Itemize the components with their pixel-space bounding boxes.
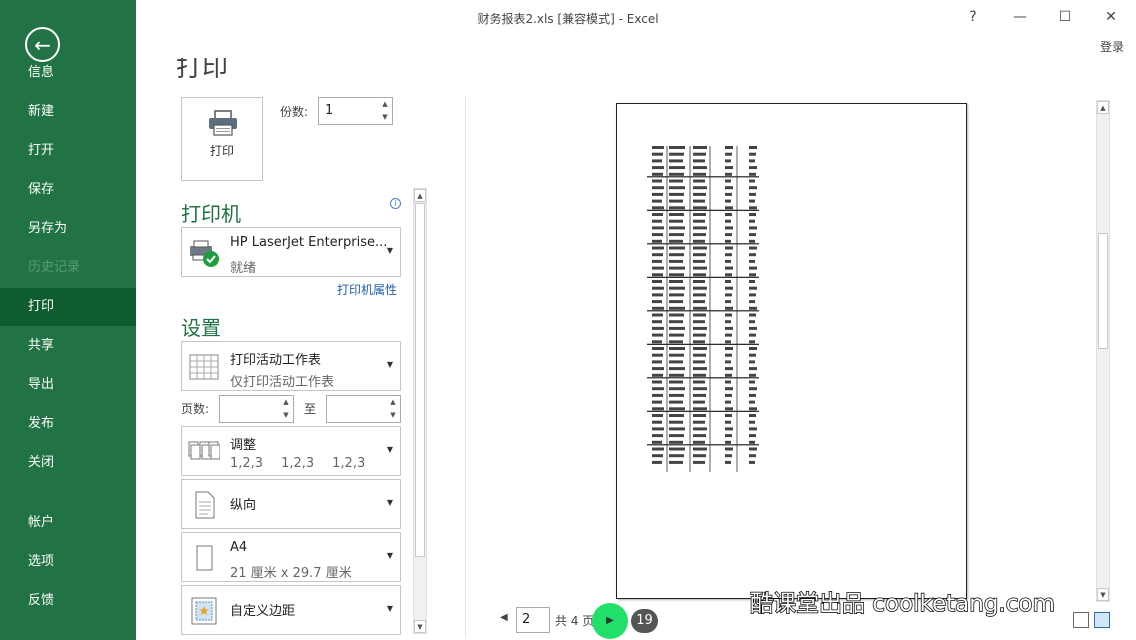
print-preview-page (616, 103, 967, 599)
scroll-down-icon[interactable]: ▼ (1097, 588, 1109, 601)
print-heading: 打印 (176, 58, 229, 78)
document-title: 财务报表2.xls [兼容模式] - Excel (477, 12, 659, 26)
sidebar-item-save[interactable]: 保存 (0, 170, 136, 209)
worksheet-icon (189, 354, 219, 380)
show-margins-button[interactable] (1073, 612, 1089, 628)
down-arrow-icon[interactable]: ▼ (378, 111, 392, 124)
backstage-sidebar: ← 信息 新建 打开 保存 另存为 历史记录 打印 共享 导出 发布 关闭 帐户… (0, 0, 136, 640)
sidebar-item-publish[interactable]: 发布 (0, 404, 136, 443)
page-navigation: ◀ 2 共 4 页 ▶ 19 (500, 603, 670, 639)
settings-section-title: 设置 (181, 316, 221, 340)
pages-from-input[interactable]: ▲ ▼ (219, 395, 294, 423)
portrait-page-icon (195, 491, 215, 519)
next-page-icon[interactable]: ▶ (592, 603, 628, 639)
paper-size-secondary: 21 厘米 x 29.7 厘米 (230, 566, 352, 581)
panel-divider (465, 97, 466, 637)
chevron-down-icon: ▼ (386, 445, 393, 454)
chevron-down-icon: ▼ (386, 551, 393, 560)
step-badge: 19 (631, 609, 658, 633)
copies-value: 1 (325, 103, 334, 118)
sidebar-item-share[interactable]: 共享 (0, 326, 136, 365)
title-bar: 财务报表2.xls [兼容模式] - Excel ? — ☐ ✕ (136, 0, 1136, 36)
sidebar-item-info[interactable]: 信息 (0, 53, 136, 92)
paper-size-dropdown[interactable]: A4 21 厘米 x 29.7 厘米 ▼ (181, 532, 401, 582)
collate-dropdown[interactable]: 调整 1,2,3 1,2,3 1,2,3 ▼ (181, 426, 401, 476)
signin-link[interactable]: 登录 (1100, 38, 1124, 55)
preview-scrollbar[interactable]: ▲ ▼ (1096, 100, 1110, 602)
scrollbar-thumb[interactable] (415, 203, 425, 557)
print-what-dropdown[interactable]: 打印活动工作表 仅打印活动工作表 ▼ (181, 341, 401, 391)
collate-primary: 调整 (230, 438, 257, 453)
sidebar-item-options[interactable]: 选项 (0, 542, 136, 581)
printer-section-title: 打印机 (181, 202, 241, 226)
printer-status: 就绪 (230, 261, 257, 276)
print-button-label: 打印 (209, 144, 234, 158)
sidebar-item-new[interactable]: 新建 (0, 92, 136, 131)
scroll-up-icon[interactable]: ▲ (414, 189, 426, 202)
collate-icon (188, 441, 220, 460)
up-arrow-icon[interactable]: ▲ (386, 396, 400, 409)
sidebar-item-save-as[interactable]: 另存为 (0, 209, 136, 248)
chevron-down-icon: ▼ (386, 498, 393, 507)
close-button[interactable]: ✕ (1099, 6, 1123, 28)
pages-label: 页数: (181, 402, 210, 416)
pages-to-label: 至 (304, 402, 317, 416)
sidebar-item-open[interactable]: 打开 (0, 131, 136, 170)
spreadsheet-thumbnail (647, 146, 759, 472)
collate-sequence: 1,2,3 (230, 456, 264, 471)
sidebar-item-account[interactable]: 帐户 (0, 503, 136, 542)
maximize-button[interactable]: ☐ (1053, 6, 1077, 28)
sidebar-item-print[interactable]: 打印 (0, 288, 136, 326)
previous-page-icon[interactable]: ◀ (500, 612, 508, 623)
orientation-value: 纵向 (230, 498, 257, 513)
sidebar-item-history: 历史记录 (28, 260, 81, 275)
printer-name: HP LaserJet Enterprise... (230, 235, 388, 250)
copies-label: 份数: (280, 105, 309, 119)
pages-to-input[interactable]: ▲ ▼ (326, 395, 401, 423)
collate-sequence: 1,2,3 (281, 456, 315, 471)
minimize-button[interactable]: — (1008, 6, 1032, 28)
chevron-down-icon: ▼ (386, 246, 393, 255)
zoom-to-page-button[interactable] (1094, 612, 1110, 628)
custom-margins-icon (191, 597, 217, 625)
down-arrow-icon[interactable]: ▼ (279, 409, 293, 422)
settings-scrollbar[interactable]: ▲ ▼ (413, 188, 427, 634)
scrollbar-thumb[interactable] (1098, 233, 1108, 349)
scroll-down-icon[interactable]: ▼ (414, 620, 426, 633)
printer-ready-icon (190, 240, 219, 267)
margins-value: 自定义边距 (230, 604, 296, 619)
up-arrow-icon[interactable]: ▲ (378, 98, 392, 111)
printer-dropdown[interactable]: HP LaserJet Enterprise... 就绪 ▼ (181, 227, 401, 277)
print-what-primary: 打印活动工作表 (230, 353, 322, 368)
print-button[interactable]: 打印 (181, 97, 263, 181)
orientation-dropdown[interactable]: 纵向 ▼ (181, 479, 401, 529)
current-page-input[interactable]: 2 (516, 607, 550, 633)
scroll-up-icon[interactable]: ▲ (1097, 101, 1109, 114)
paper-size-icon (196, 545, 213, 571)
sidebar-item-close[interactable]: 关闭 (0, 443, 136, 482)
down-arrow-icon[interactable]: ▼ (386, 409, 400, 422)
margins-dropdown[interactable]: 自定义边距 ▼ (181, 585, 401, 635)
chevron-down-icon: ▼ (386, 604, 393, 613)
sidebar-item-feedback[interactable]: 反馈 (0, 581, 136, 620)
printer-properties-link[interactable]: 打印机属性 (337, 281, 397, 298)
help-button[interactable]: ? (961, 6, 985, 28)
arrow-left-icon: ← (34, 32, 51, 57)
total-pages: 共 4 页 (555, 614, 595, 628)
collate-sequence: 1,2,3 (332, 456, 366, 471)
copies-stepper[interactable]: 1 ▲ ▼ (318, 97, 393, 125)
sidebar-item-export[interactable]: 导出 (0, 365, 136, 404)
paper-size-primary: A4 (230, 540, 248, 555)
print-what-secondary: 仅打印活动工作表 (230, 375, 335, 390)
info-icon[interactable]: i (390, 198, 401, 209)
watermark-text: 酷课堂出品 coolketang.com (749, 590, 1055, 618)
up-arrow-icon[interactable]: ▲ (279, 396, 293, 409)
printer-icon (209, 110, 237, 136)
chevron-down-icon: ▼ (386, 360, 393, 369)
